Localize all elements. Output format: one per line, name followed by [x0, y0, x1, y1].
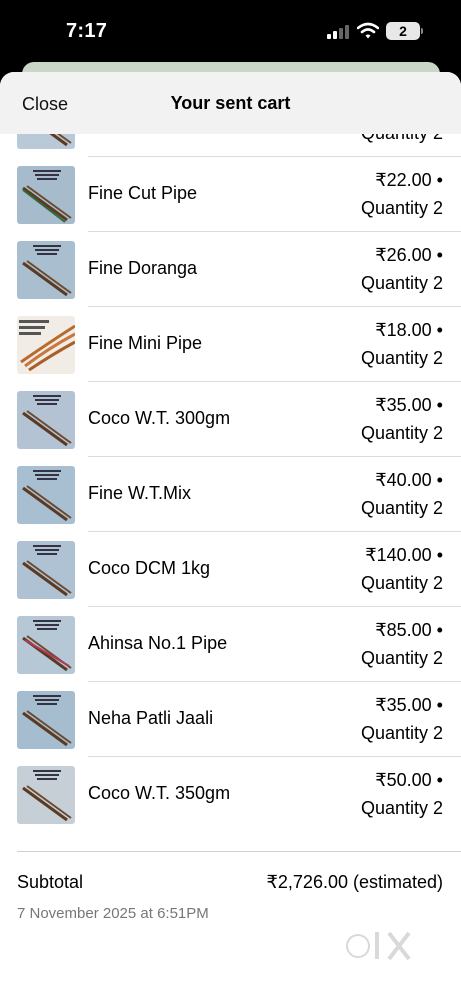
- subtotal-divider: [17, 851, 461, 852]
- item-name: Coco W.T. 350gm: [88, 783, 231, 803]
- battery-tip: [421, 28, 423, 34]
- item-quantity: Quantity 2: [360, 198, 443, 218]
- cart-item[interactable]: Coco DCM 1kg ₹140.00 • Quantity 2: [0, 532, 461, 607]
- status-time: 7:17: [66, 20, 108, 42]
- cart-item[interactable]: Coco W.T. 350gm ₹50.00 • Quantity 2: [0, 757, 461, 832]
- cart-item[interactable]: Coco W.T. 300gm ₹35.00 • Quantity 2: [0, 382, 461, 457]
- product-thumbnail: [17, 541, 75, 599]
- cart-item[interactable]: Fine Cut Pipe ₹22.00 • Quantity 2: [0, 157, 461, 232]
- item-quantity: Quantity 2: [360, 723, 443, 743]
- item-quantity: Quantity 2: [360, 423, 443, 443]
- item-name: Ahinsa No.1 Pipe: [88, 633, 228, 653]
- product-thumbnail: [17, 691, 75, 749]
- product-thumbnail: [17, 466, 75, 524]
- item-quantity: Quantity 2: [360, 573, 443, 593]
- product-thumbnail: [17, 391, 75, 449]
- item-quantity: Quantity 2: [360, 273, 443, 293]
- product-thumbnail: [17, 766, 75, 824]
- item-name: Fine Doranga: [88, 258, 198, 278]
- item-price: ₹85.00 •: [375, 620, 443, 640]
- product-thumbnail: [17, 316, 75, 374]
- item-quantity: Quantity 2: [360, 348, 443, 368]
- item-price: ₹40.00 •: [375, 470, 443, 490]
- status-bar: 7:17 2: [0, 0, 461, 62]
- item-price: ₹35.00 •: [375, 395, 443, 415]
- item-price: ₹18.00 •: [375, 320, 443, 340]
- order-timestamp: 7 November 2025 at 6:51PM: [17, 905, 209, 922]
- product-thumbnail: [17, 166, 75, 224]
- olx-logo-icon: [344, 931, 411, 961]
- battery-icon: 2: [386, 22, 420, 40]
- cart-item[interactable]: Neha Patli Jaali ₹35.00 • Quantity 2: [0, 682, 461, 757]
- item-price: ₹35.00 •: [375, 695, 443, 715]
- item-name: Neha Patli Jaali: [88, 708, 214, 728]
- item-name: Fine Cut Pipe: [88, 183, 198, 203]
- wifi-icon: [357, 22, 379, 39]
- cart-sheet: Close Your sent cart Coco Agriculture Pi…: [0, 72, 461, 1000]
- cart-item[interactable]: Ahinsa No.1 Pipe ₹85.00 • Quantity 2: [0, 607, 461, 682]
- item-price: ₹50.00 •: [375, 770, 443, 790]
- item-quantity: Quantity 2: [360, 798, 443, 818]
- item-name: Fine W.T.Mix: [88, 483, 192, 503]
- signal-icon: [327, 25, 351, 39]
- sheet-header: Close Your sent cart: [0, 72, 461, 134]
- cart-item[interactable]: Fine Doranga ₹26.00 • Quantity 2: [0, 232, 461, 307]
- product-thumbnail: [17, 616, 75, 674]
- cart-item[interactable]: Fine W.T.Mix ₹40.00 • Quantity 2: [0, 457, 461, 532]
- item-name: Coco DCM 1kg: [88, 558, 211, 578]
- item-name: Fine Mini Pipe: [88, 333, 203, 353]
- item-price: ₹22.00 •: [375, 170, 443, 190]
- item-quantity: Quantity 2: [360, 648, 443, 668]
- product-thumbnail: [17, 241, 75, 299]
- item-price: ₹26.00 •: [375, 245, 443, 265]
- subtotal-label: Subtotal: [17, 872, 84, 892]
- cart-item[interactable]: Fine Mini Pipe ₹18.00 • Quantity 2: [0, 307, 461, 382]
- item-quantity: Quantity 2: [360, 498, 443, 518]
- item-price: ₹140.00 •: [365, 545, 443, 565]
- item-name: Coco W.T. 300gm: [88, 408, 231, 428]
- subtotal-value: ₹2,726.00 (estimated): [266, 872, 443, 892]
- page-title: Your sent cart: [170, 93, 291, 113]
